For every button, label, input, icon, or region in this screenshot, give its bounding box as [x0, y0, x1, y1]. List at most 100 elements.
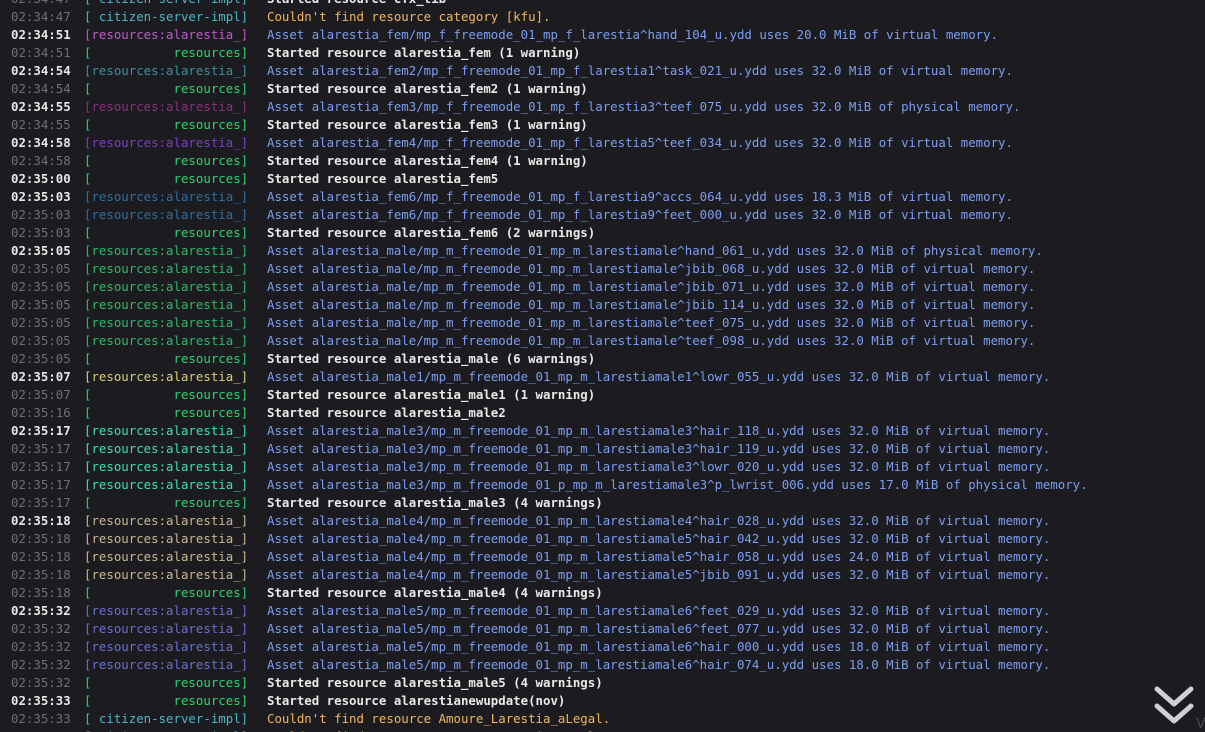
- log-line: 02:34:54 [ resources] Started resource ala…: [11, 80, 1205, 98]
- log-line: 02:34:55 [resources:alarestia_] Asset alar…: [11, 98, 1205, 116]
- log-message: Couldn't find resource Amoure_Larestia_a…: [267, 711, 611, 726]
- log-line: 02:35:18 [resources:alarestia_] Asset alar…: [11, 512, 1205, 530]
- log-channel: [ citizen-server-impl]: [84, 728, 267, 732]
- log-timestamp: 02:35:05: [11, 297, 71, 312]
- log-channel: [resources:alarestia_]: [84, 603, 249, 618]
- log-message: Asset alarestia_male/mp_m_freemode_01_mp…: [267, 297, 1036, 312]
- double-chevron-down-icon: [1154, 686, 1194, 724]
- log-message: Asset alarestia_male/mp_m_freemode_01_mp…: [267, 261, 1036, 276]
- log-channel: [ citizen-server-impl]: [84, 0, 267, 8]
- log-channel: [resources:alarestia_]: [84, 567, 249, 582]
- log-channel: [resources:alarestia_]: [84, 243, 249, 258]
- log-line: 02:34:51 [ resources] Started resource ala…: [11, 44, 1205, 62]
- log-line: 02:35:05 [resources:alarestia_] Asset alar…: [11, 242, 1205, 260]
- log-line: 02:35:32 [resources:alarestia_] Asset alar…: [11, 602, 1205, 620]
- log-channel: [ resources]: [84, 675, 249, 690]
- log-channel: [resources:alarestia_]: [84, 441, 249, 456]
- log-message: Started resource alarestia_fem5: [267, 171, 499, 186]
- log-channel: [resources:alarestia_]: [84, 315, 249, 330]
- log-message: Asset alarestia_male3/mp_m_freemode_01_m…: [267, 459, 1051, 474]
- log-message: Asset alarestia_fem6/mp_f_freemode_01_mp…: [267, 207, 1013, 222]
- log-line: 02:35:05 [resources:alarestia_] Asset alar…: [11, 332, 1205, 350]
- log-channel: [resources:alarestia_]: [84, 297, 249, 312]
- log-channel: [resources:alarestia_]: [84, 63, 249, 78]
- log-timestamp: 02:35:05: [11, 279, 71, 294]
- log-channel: [resources:alarestia_]: [84, 513, 249, 528]
- log-line: 02:34:54 [resources:alarestia_] Asset alar…: [11, 62, 1205, 80]
- log-timestamp: 02:34:58: [11, 135, 71, 150]
- log-timestamp: 02:35:05: [11, 333, 71, 348]
- log-channel: [resources:alarestia_]: [84, 261, 249, 276]
- log-timestamp: 02:35:18: [11, 567, 71, 582]
- log-timestamp: 02:34:54: [11, 81, 71, 96]
- log-channel: [resources:alarestia_]: [84, 477, 249, 492]
- log-channel: [resources:alarestia_]: [84, 135, 249, 150]
- log-line: 02:34:51 [resources:alarestia_] Asset alar…: [11, 26, 1205, 44]
- log-message: Started resource alarestia_male1 (1 warn…: [267, 387, 596, 402]
- log-message: Asset alarestia_fem2/mp_f_freemode_01_mp…: [267, 63, 1013, 78]
- log-line: 02:35:18 [ resources] Started resource ala…: [11, 584, 1205, 602]
- log-timestamp: 02:35:32: [11, 639, 71, 654]
- log-message: Couldn't find resource category [kfu].: [267, 9, 551, 24]
- log-timestamp: 02:35:05: [11, 243, 71, 258]
- log-message: Started resource alarestia_fem4 (1 warni…: [267, 153, 588, 168]
- log-message: Asset alarestia_fem4/mp_f_freemode_01_mp…: [267, 135, 1013, 150]
- log-line: 02:35:32 [resources:alarestia_] Asset alar…: [11, 620, 1205, 638]
- log-line: 02:35:16 [ resources] Started resource ala…: [11, 404, 1205, 422]
- log-timestamp: 02:35:33: [11, 693, 71, 708]
- log-timestamp: 02:35:07: [11, 387, 71, 402]
- log-channel: [ resources]: [84, 81, 249, 96]
- log-message: Asset alarestia_male3/mp_m_freemode_01_m…: [267, 441, 1051, 456]
- log-channel: [resources:alarestia_]: [84, 423, 249, 438]
- log-line: 02:35:03 [ resources] Started resource ala…: [11, 224, 1205, 242]
- log-line: 02:35:05 [ resources] Started resource ala…: [11, 350, 1205, 368]
- log-timestamp: 02:35:17: [11, 441, 71, 456]
- log-timestamp: 02:35:05: [11, 261, 71, 276]
- log-channel: [ resources]: [84, 171, 249, 186]
- log-line: 02:35:05 [resources:alarestia_] Asset alar…: [11, 296, 1205, 314]
- log-message: Asset alarestia_male/mp_m_freemode_01_mp…: [267, 243, 1043, 258]
- log-message: Asset alarestia_male1/mp_m_freemode_01_m…: [267, 369, 1051, 384]
- log-message: Asset alarestia_male4/mp_m_freemode_01_m…: [267, 513, 1051, 528]
- log-line: 02:35:03 [resources:alarestia_] Asset alar…: [11, 188, 1205, 206]
- log-channel: [ citizen-server-impl]: [84, 9, 249, 24]
- log-channel: [ resources]: [84, 45, 249, 60]
- log-channel: [resources:alarestia_]: [84, 279, 249, 294]
- log-line: 02:35:07 [ resources] Started resource ala…: [11, 386, 1205, 404]
- log-line: 02:35:17 [resources:alarestia_] Asset alar…: [11, 440, 1205, 458]
- log-timestamp: 02:35:17: [11, 459, 71, 474]
- log-line: 02:34:58 [resources:alarestia_] Asset alar…: [11, 134, 1205, 152]
- log-timestamp: 02:34:51: [11, 45, 71, 60]
- log-message: Asset alarestia_male4/mp_m_freemode_01_m…: [267, 531, 1051, 546]
- log-timestamp: 02:35:05: [11, 315, 71, 330]
- log-timestamp: 02:35:32: [11, 621, 71, 636]
- log-timestamp: 02:34:55: [11, 99, 71, 114]
- log-message: Asset alarestia_male3/mp_m_freemode_01_m…: [267, 423, 1051, 438]
- log-channel: [ resources]: [84, 495, 249, 510]
- server-console[interactable]: 02:34:47 [ citizen-server-impl] Started re…: [0, 0, 1205, 732]
- log-message: Asset alarestia_male3/mp_m_freemode_01_p…: [267, 477, 1088, 492]
- log-message: Started resource alarestia_fem6 (2 warni…: [267, 225, 596, 240]
- log-line: 02:35:17 [ resources] Started resource ala…: [11, 494, 1205, 512]
- log-message: Started resource alarestia_fem (1 warnin…: [267, 45, 581, 60]
- log-timestamp: 02:35:00: [11, 171, 71, 186]
- log-timestamp: 02:35:03: [11, 189, 71, 204]
- log-channel: [resources:alarestia_]: [84, 639, 249, 654]
- log-line: 02:34:58 [ resources] Started resource ala…: [11, 152, 1205, 170]
- log-timestamp: 02:34:55: [11, 117, 71, 132]
- log-line: 02:35:33 [ citizen-server-impl] Couldn't f…: [11, 710, 1205, 728]
- log-timestamp: 02:35:03: [11, 225, 71, 240]
- log-line: 02:34:47 [ citizen-server-impl] Couldn't f…: [11, 8, 1205, 26]
- log-channel: [resources:alarestia_]: [84, 207, 249, 222]
- log-line: 02:35:17 [resources:alarestia_] Asset alar…: [11, 422, 1205, 440]
- log-channel: [ resources]: [84, 225, 249, 240]
- log-timestamp: 02:34:47: [11, 9, 71, 24]
- log-timestamp: 02:35:32: [11, 657, 71, 672]
- log-message: Started resource alarestia_male5 (4 warn…: [267, 675, 603, 690]
- log-message: Asset alarestia_fem6/mp_f_freemode_01_mp…: [267, 189, 1013, 204]
- log-message: Started resource alarestia_fem2 (1 warni…: [267, 81, 588, 96]
- scroll-to-bottom-button[interactable]: [1152, 684, 1196, 730]
- log-line: 02:35:18 [resources:alarestia_] Asset alar…: [11, 530, 1205, 548]
- log-timestamp: 02:35:17: [11, 477, 71, 492]
- log-channel: [resources:alarestia_]: [84, 549, 249, 564]
